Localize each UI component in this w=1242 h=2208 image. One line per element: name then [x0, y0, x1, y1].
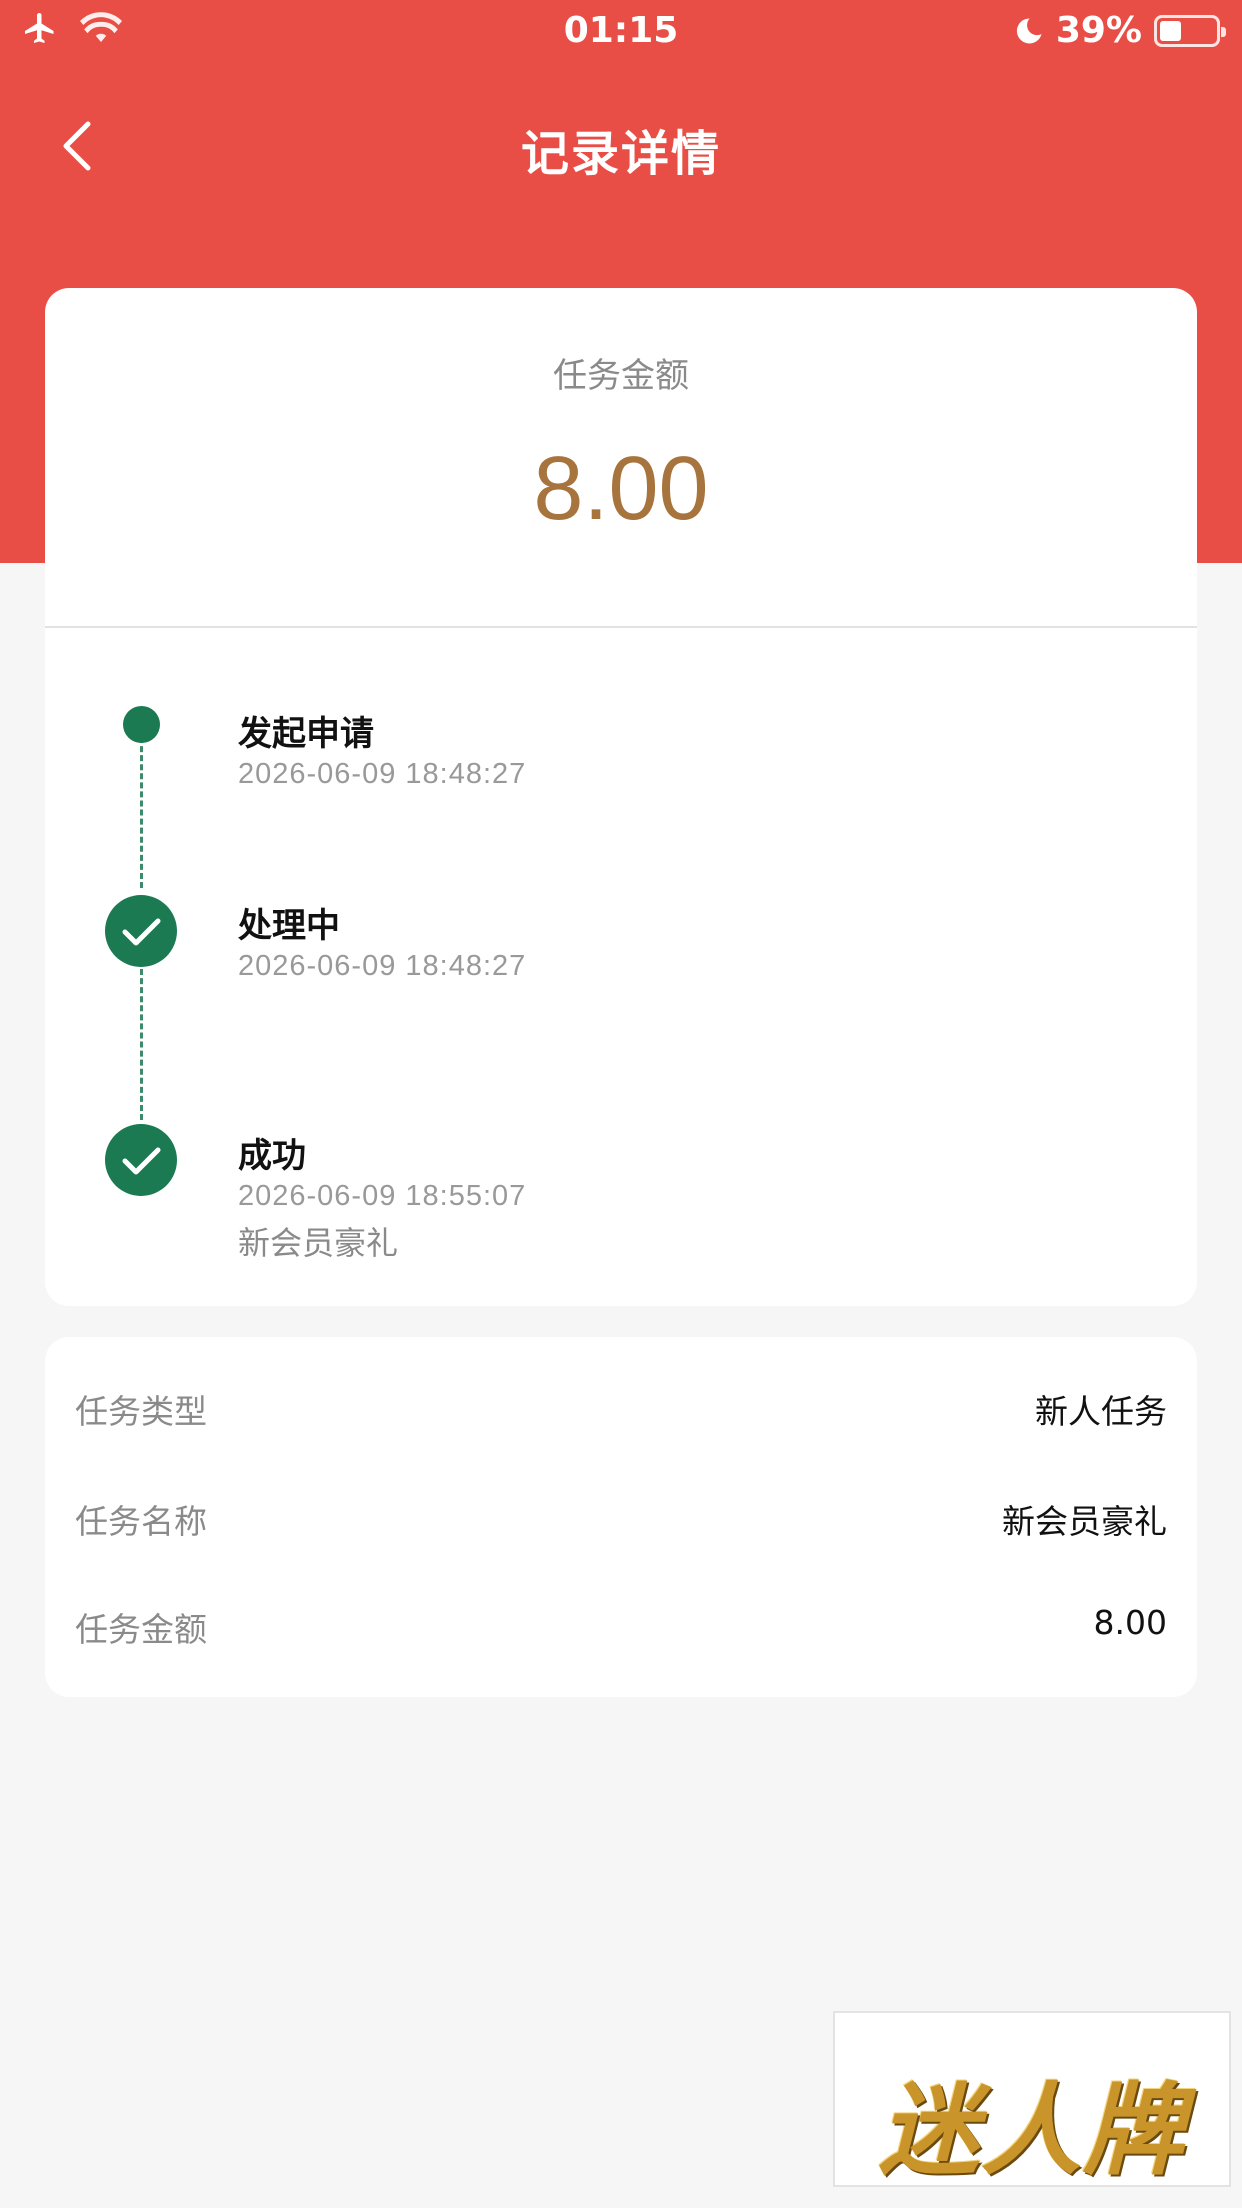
battery-fill: [1160, 20, 1182, 41]
detail-key: 任务名称: [75, 1502, 207, 1541]
check-circle-icon: [105, 1124, 177, 1196]
step-note: 新会员豪礼: [238, 1224, 399, 1262]
detail-value: 8.00: [1093, 1603, 1167, 1642]
timeline-connector: [140, 960, 143, 1120]
detail-key: 任务金额: [75, 1610, 207, 1649]
detail-key: 任务类型: [75, 1392, 207, 1431]
amount-value: 8.00: [533, 439, 709, 539]
step-time: 2026-06-09 18:48:27: [238, 758, 527, 790]
detail-row: 任务金额 8.00: [45, 1603, 1197, 1663]
status-bar: 01:15 39%: [0, 0, 1242, 62]
details-card: 任务类型 新人任务 任务名称 新会员豪礼 任务金额 8.00: [45, 1337, 1197, 1697]
check-circle-icon: [105, 895, 177, 967]
watermark-logo: 迷人牌: [833, 2011, 1231, 2189]
step-title: 发起申请: [238, 714, 374, 754]
divider: [45, 626, 1197, 628]
record-card: 任务金额 8.00 发起申请 2026-06-09 18:48:27 处理中 2…: [45, 288, 1197, 1306]
timeline-connector: [140, 728, 143, 888]
step-time: 2026-06-09 18:55:07: [238, 1180, 527, 1212]
moon-icon: [1016, 17, 1042, 43]
page-title: 记录详情: [520, 126, 721, 182]
detail-row: 任务类型 新人任务: [45, 1385, 1197, 1445]
timeline-dot: [123, 706, 160, 743]
watermark-logo-text: 迷人牌: [879, 2071, 1185, 2189]
step-time: 2026-06-09 18:48:27: [238, 950, 527, 982]
battery-icon: [1154, 14, 1226, 47]
battery-percent: 39%: [1055, 10, 1142, 51]
step-title: 处理中: [238, 906, 340, 946]
nav-bar: 记录详情: [0, 100, 1242, 190]
detail-value: 新人任务: [1035, 1392, 1167, 1431]
detail-row: 任务名称 新会员豪礼: [45, 1495, 1197, 1555]
detail-value: 新会员豪礼: [1002, 1502, 1167, 1541]
amount-label: 任务金额: [553, 356, 689, 396]
step-title: 成功: [238, 1136, 306, 1176]
